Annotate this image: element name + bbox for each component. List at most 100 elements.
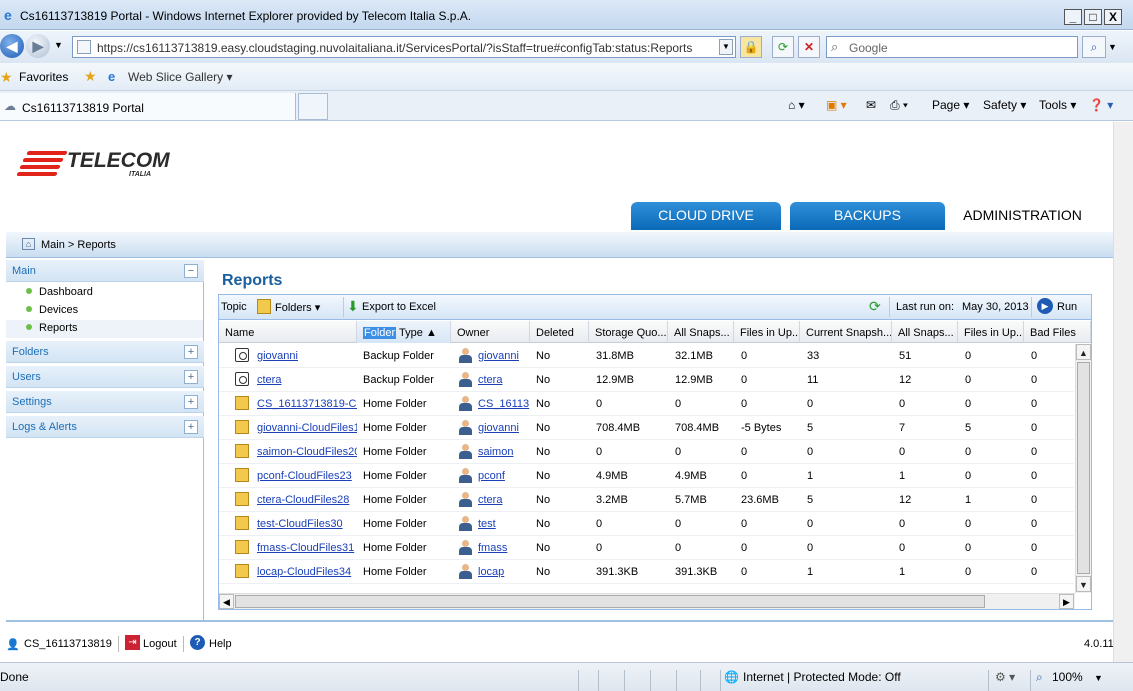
folder-name-link[interactable]: ctera xyxy=(257,374,355,386)
zoom-dropdown-icon[interactable]: ▼ xyxy=(1094,673,1103,683)
folder-name-link[interactable]: pconf-CloudFiles23 xyxy=(257,470,357,482)
page-vertical-scrollbar[interactable] xyxy=(1113,122,1133,662)
help-link[interactable]: Help xyxy=(209,638,232,650)
column-header-all-snapshots-2[interactable]: All Snaps... xyxy=(892,321,958,343)
export-to-excel-button[interactable]: Export to Excel xyxy=(362,301,436,313)
scroll-thumb[interactable] xyxy=(1077,362,1090,574)
new-tab-button[interactable] xyxy=(298,93,328,120)
column-header-files-in-upload[interactable]: Files in Up... xyxy=(734,321,800,343)
minimize-button[interactable]: _ xyxy=(1064,9,1082,25)
sidebar-section-folders[interactable]: Folders + xyxy=(6,341,204,363)
run-icon[interactable]: ▶ xyxy=(1037,298,1053,314)
maximize-button[interactable]: □ xyxy=(1084,9,1102,25)
search-icon[interactable]: ⌕ xyxy=(1082,36,1106,58)
sidebar-section-logs-alerts[interactable]: Logs & Alerts + xyxy=(6,416,204,438)
sidebar-section-users[interactable]: Users + xyxy=(6,366,204,388)
tab-backups[interactable]: BACKUPS xyxy=(790,202,945,230)
folder-name-link[interactable]: giovanni xyxy=(257,350,355,362)
security-zone[interactable]: Internet | Protected Mode: Off xyxy=(743,670,901,684)
owner-link[interactable]: ctera xyxy=(478,374,528,386)
address-dropdown-icon[interactable]: ▼ xyxy=(719,39,733,55)
folder-name-link[interactable]: fmass-CloudFiles31 xyxy=(257,542,357,554)
table-row[interactable]: saimon-CloudFiles20 Home Folder saimon N… xyxy=(219,440,1074,464)
sidebar-item-dashboard[interactable]: Dashboard xyxy=(26,286,93,298)
zoom-level[interactable]: 100% xyxy=(1052,670,1083,684)
column-header-owner[interactable]: Owner xyxy=(451,321,530,343)
topic-dropdown[interactable]: Folders ▾ xyxy=(275,301,320,314)
sidebar-section-settings[interactable]: Settings + xyxy=(6,391,204,413)
logout-link[interactable]: Logout xyxy=(143,638,177,650)
table-row[interactable]: giovanni-CloudFiles1 Home Folder giovann… xyxy=(219,416,1074,440)
scroll-down-icon[interactable]: ▼ xyxy=(1076,576,1091,592)
search-options-icon[interactable]: ▼ xyxy=(1108,42,1117,52)
scroll-thumb[interactable] xyxy=(235,595,985,608)
breadcrumb[interactable]: Main > Reports xyxy=(41,239,116,251)
page-menu[interactable]: Page ▾ xyxy=(932,98,969,112)
refresh-icon[interactable]: ⟳ xyxy=(772,36,794,58)
favorites-button[interactable]: Favorites xyxy=(19,70,68,84)
home-icon[interactable]: ⌂ xyxy=(22,238,35,250)
owner-link[interactable]: ctera xyxy=(478,494,528,506)
folder-name-link[interactable]: CS_16113713819-Cl xyxy=(257,398,357,410)
table-row[interactable]: ctera-CloudFiles28 Home Folder ctera No … xyxy=(219,488,1074,512)
sidebar-item-reports[interactable]: Reports xyxy=(6,320,203,338)
table-row[interactable]: locap-CloudFiles34 Home Folder locap No … xyxy=(219,560,1074,584)
print-icon[interactable]: ⎙ ▾ xyxy=(890,98,908,113)
add-favorite-icon[interactable]: ★ xyxy=(84,68,97,85)
owner-link[interactable]: locap xyxy=(478,566,528,578)
tools-menu[interactable]: Tools ▾ xyxy=(1039,98,1076,112)
table-row[interactable]: test-CloudFiles30 Home Folder test No 0 … xyxy=(219,512,1074,536)
forward-button[interactable]: ▶ xyxy=(26,34,50,58)
protected-mode-icon[interactable]: ⚙ ▾ xyxy=(995,670,1015,684)
column-header-name[interactable]: Name xyxy=(219,321,357,343)
folder-name-link[interactable]: saimon-CloudFiles20 xyxy=(257,446,357,458)
close-window-button[interactable]: X xyxy=(1104,9,1122,25)
tab-administration[interactable]: ADMINISTRATION xyxy=(950,202,1095,230)
table-row[interactable]: CS_16113713819-Cl Home Folder CS_16113 N… xyxy=(219,392,1074,416)
help-icon[interactable]: ? xyxy=(190,635,205,650)
owner-link[interactable]: giovanni xyxy=(478,422,528,434)
scroll-left-icon[interactable]: ◀ xyxy=(219,594,234,609)
sidebar-item-devices[interactable]: Devices xyxy=(26,304,78,316)
owner-link[interactable]: CS_16113 xyxy=(478,398,530,410)
home-icon[interactable]: ⌂ ▾ xyxy=(788,98,805,112)
scroll-right-icon[interactable]: ▶ xyxy=(1059,594,1074,609)
folder-name-link[interactable]: ctera-CloudFiles28 xyxy=(257,494,357,506)
expand-icon[interactable]: + xyxy=(184,345,198,359)
table-row[interactable]: fmass-CloudFiles31 Home Folder fmass No … xyxy=(219,536,1074,560)
web-slice-gallery-button[interactable]: Web Slice Gallery ▾ xyxy=(128,70,233,84)
scroll-up-icon[interactable]: ▲ xyxy=(1076,344,1091,360)
expand-icon[interactable]: + xyxy=(184,420,198,434)
owner-link[interactable]: giovanni xyxy=(478,350,528,362)
feeds-icon[interactable]: ▣ ▾ xyxy=(826,98,847,112)
column-header-current-snapshot[interactable]: Current Snapsh... xyxy=(800,321,892,343)
mail-icon[interactable]: ✉ xyxy=(866,98,876,112)
search-input[interactable]: ⌕ Google xyxy=(826,36,1078,58)
sidebar-section-main[interactable]: Main − xyxy=(6,260,204,282)
lock-icon[interactable]: 🔒 xyxy=(740,36,762,58)
column-header-files-in-upload-2[interactable]: Files in Up... xyxy=(958,321,1024,343)
collapse-icon[interactable]: − xyxy=(184,264,198,278)
column-header-all-snapshots[interactable]: All Snaps... xyxy=(668,321,734,343)
address-input[interactable]: https://cs16113713819.easy.cloudstaging.… xyxy=(72,36,736,58)
owner-link[interactable]: fmass xyxy=(478,542,528,554)
logout-icon[interactable]: ⇥ xyxy=(125,635,140,650)
column-header-bad-files[interactable]: Bad Files xyxy=(1024,321,1091,343)
table-row[interactable]: giovanni Backup Folder giovanni No 31.8M… xyxy=(219,344,1074,368)
folder-name-link[interactable]: giovanni-CloudFiles1 xyxy=(257,422,357,434)
tab-cloud-drive[interactable]: CLOUD DRIVE xyxy=(631,202,781,230)
column-header-folder-type[interactable]: Folder Type ▲ xyxy=(357,321,451,343)
refresh-icon[interactable]: ⟳ xyxy=(869,298,881,315)
column-header-storage-quota[interactable]: Storage Quo... xyxy=(589,321,668,343)
expand-icon[interactable]: + xyxy=(184,395,198,409)
folder-name-link[interactable]: locap-CloudFiles34 xyxy=(257,566,357,578)
column-header-deleted[interactable]: Deleted xyxy=(530,321,589,343)
run-button[interactable]: Run xyxy=(1057,301,1077,313)
owner-link[interactable]: pconf xyxy=(478,470,528,482)
safety-menu[interactable]: Safety ▾ xyxy=(983,98,1026,112)
browser-tab[interactable]: ☁ Cs16113713819 Portal xyxy=(0,93,296,120)
zoom-icon[interactable]: ⌕ xyxy=(1036,670,1043,685)
owner-link[interactable]: saimon xyxy=(478,446,528,458)
table-row[interactable]: pconf-CloudFiles23 Home Folder pconf No … xyxy=(219,464,1074,488)
expand-icon[interactable]: + xyxy=(184,370,198,384)
